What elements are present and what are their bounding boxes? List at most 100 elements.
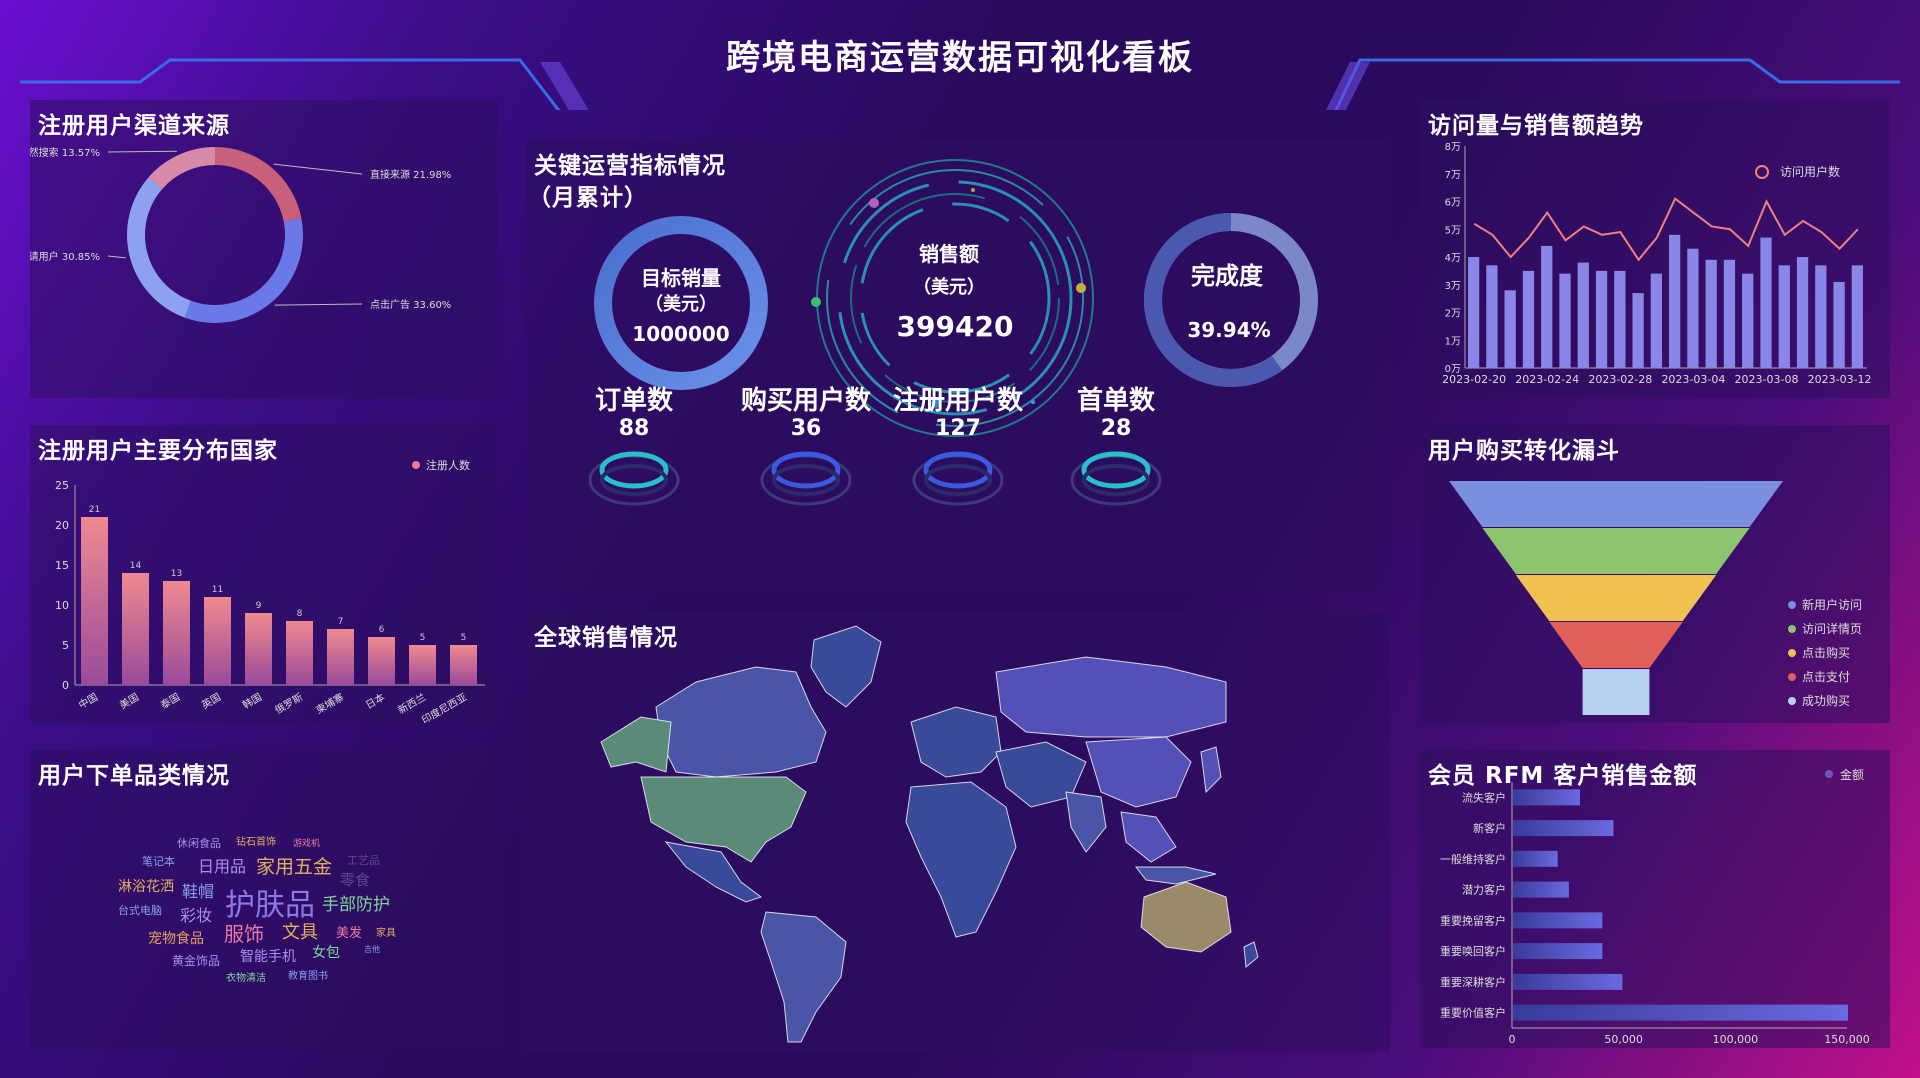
region-south-america bbox=[760, 911, 847, 1043]
metric-value: 127 bbox=[935, 416, 981, 441]
y-tick-label: 重要挽留客户 bbox=[1440, 913, 1506, 927]
bar-data-label: 5 bbox=[461, 633, 467, 643]
region-china bbox=[1085, 736, 1192, 808]
word-cloud-word: 黄金饰品 bbox=[172, 954, 221, 968]
y-tick-label: 1万 bbox=[1445, 336, 1461, 347]
target-unit: （美元） bbox=[645, 294, 717, 315]
region-indonesia bbox=[1134, 866, 1217, 885]
y-tick-label: 潜力客户 bbox=[1462, 883, 1506, 897]
legend-label: 访问详情页 bbox=[1802, 621, 1862, 636]
x-tick-label: 100,000 bbox=[1713, 1033, 1759, 1046]
sales-value: 399420 bbox=[896, 310, 1014, 343]
trend-bar bbox=[1559, 273, 1571, 368]
trend-bar bbox=[1650, 273, 1662, 368]
legend-label: 新用户访问 bbox=[1802, 597, 1862, 612]
word-cloud-word: 家具 bbox=[376, 928, 396, 939]
region-russia bbox=[995, 656, 1227, 738]
trend-bar bbox=[1778, 265, 1790, 368]
region-japan bbox=[1200, 746, 1222, 794]
y-tick-label: 8万 bbox=[1445, 142, 1461, 153]
region-australia bbox=[1140, 881, 1232, 953]
metric-value: 28 bbox=[1100, 416, 1132, 441]
trend-bar bbox=[1833, 281, 1845, 368]
y-tick-label: 5万 bbox=[1445, 225, 1461, 236]
metric-ring-icon bbox=[760, 451, 852, 506]
metric-label: 订单数 bbox=[594, 386, 673, 416]
legend-dot bbox=[1788, 625, 1796, 633]
metric-ring-icon bbox=[588, 451, 680, 506]
metric-item: 订单数 88 bbox=[554, 380, 714, 506]
pie-leader-line bbox=[107, 150, 177, 153]
y-tick-label: 重要深耕客户 bbox=[1440, 975, 1506, 989]
funnel-panel: 用户购买转化漏斗 新用户访问 访问详情页 点击购买 点击支付 成功购买 bbox=[1420, 425, 1890, 723]
metric-value: 36 bbox=[790, 416, 822, 441]
x-tick-label: 柬埔寨 bbox=[314, 690, 346, 716]
word-cloud-word: 游戏机 bbox=[293, 839, 321, 849]
x-tick-label: 俄罗斯 bbox=[273, 690, 305, 716]
sales-label: 销售额 bbox=[919, 242, 979, 266]
metric-label: 购买用户数 bbox=[740, 386, 871, 416]
y-tick-label: 5 bbox=[62, 639, 69, 652]
word-cloud: 休闲食品 钻石首饰 游戏机 笔记本 日用品 家用五金 工艺品 淋浴花洒 鞋帽 零食 护肤品 手部防护台… bbox=[30, 750, 498, 1048]
y-tick-label: 流失客户 bbox=[1462, 790, 1506, 804]
funnel-layer bbox=[1582, 669, 1650, 715]
pie-slice bbox=[148, 147, 215, 189]
sales-unit: （美元） bbox=[913, 277, 985, 298]
x-tick-label: 印度尼西亚 bbox=[419, 690, 469, 723]
bar bbox=[81, 517, 108, 685]
trend-bar bbox=[1760, 237, 1772, 368]
bar-data-label: 13 bbox=[171, 569, 182, 579]
region-alaska bbox=[600, 716, 672, 773]
legend-dot bbox=[1788, 673, 1796, 681]
rfm-bar bbox=[1513, 1004, 1848, 1021]
pie-leader-line bbox=[274, 303, 363, 306]
metric-ring-icon bbox=[912, 451, 1004, 506]
region-new-zealand bbox=[1243, 941, 1259, 968]
trend-bar bbox=[1468, 257, 1480, 368]
pie-leader-line bbox=[273, 163, 363, 175]
word-cloud-word: 手部防护 bbox=[322, 895, 390, 915]
word-cloud-word: 鞋帽 bbox=[182, 882, 215, 901]
trend-bar bbox=[1796, 257, 1809, 368]
word-cloud-word: 宠物食品 bbox=[148, 931, 204, 947]
word-cloud-word: 文具 bbox=[282, 922, 318, 943]
x-tick-label: 2023-02-24 bbox=[1515, 373, 1579, 386]
completion-value: 39.94% bbox=[1187, 318, 1271, 342]
region-africa bbox=[905, 781, 1017, 938]
rfm-bar bbox=[1513, 789, 1580, 806]
bar-data-label: 6 bbox=[379, 625, 385, 635]
channel-panel: 注册用户渠道来源 直接来源 21.98%点击广告 33.60%邀请用户 30.8… bbox=[30, 100, 498, 398]
y-tick-label: 重要唤回客户 bbox=[1440, 944, 1506, 958]
word-cloud-word: 智能手机 bbox=[240, 949, 296, 965]
completion-label: 完成度 bbox=[1191, 262, 1263, 290]
trend-chart: 0万1万2万3万4万5万6万7万8万2023-02-20 2023-02-24 20… bbox=[1442, 142, 1871, 386]
word-cloud-word: 教育图书 bbox=[288, 971, 328, 982]
funnel-layer bbox=[1449, 481, 1783, 527]
pie-label: 点击广告 33.60% bbox=[370, 298, 451, 311]
pie-label: 邀请用户 30.85% bbox=[30, 250, 100, 263]
y-tick-label: 4万 bbox=[1445, 253, 1461, 264]
rfm-panel: 会员 RFM 客户销售金额 金额 流失客户 新客户 一般维持客户 潜力客户 重要挽留客户… bbox=[1420, 750, 1890, 1048]
trend-bar bbox=[1705, 259, 1717, 368]
country-panel: 注册用户主要分布国家 注册人数 0 5 10 15 20 25 21 中国 14 美国 13 泰国 11… bbox=[30, 425, 498, 723]
bar-data-label: 8 bbox=[297, 609, 303, 619]
rfm-bar bbox=[1513, 881, 1569, 898]
region-india bbox=[1065, 791, 1107, 853]
x-tick-label: 2023-03-08 bbox=[1735, 373, 1799, 386]
metric-label: 注册用户数 bbox=[892, 386, 1023, 416]
region-usa bbox=[640, 776, 807, 863]
x-tick-label: 英国 bbox=[199, 690, 223, 711]
legend-label: 点击购买 bbox=[1802, 645, 1850, 660]
word-cloud-word: 美发 bbox=[336, 926, 363, 941]
funnel-layer bbox=[1482, 528, 1750, 574]
word-cloud-word: 钻石首饰 bbox=[236, 837, 276, 848]
rfm-bar bbox=[1513, 912, 1603, 929]
x-tick-label: 泰国 bbox=[158, 690, 182, 711]
y-tick-label: 重要价值客户 bbox=[1440, 1006, 1506, 1020]
trend-bar bbox=[1614, 270, 1626, 368]
world-map bbox=[600, 625, 1259, 1043]
pie-leader-line bbox=[107, 255, 126, 259]
bar bbox=[450, 645, 477, 685]
bar bbox=[409, 645, 436, 685]
region-europe bbox=[910, 706, 1002, 778]
